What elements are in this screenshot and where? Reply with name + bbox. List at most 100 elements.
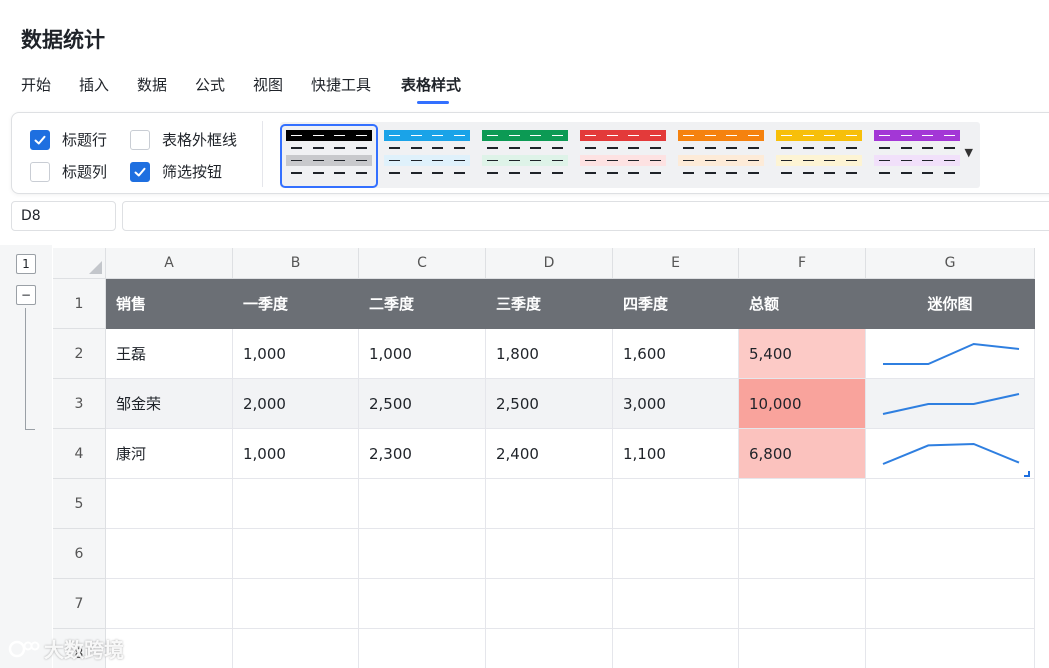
filter-button-checkbox[interactable] bbox=[130, 161, 150, 182]
empty-cell[interactable] bbox=[486, 629, 613, 668]
tab-table-style[interactable]: 表格样式 bbox=[401, 74, 461, 95]
select-all-corner[interactable] bbox=[53, 248, 106, 279]
empty-cell[interactable] bbox=[486, 579, 613, 629]
column-header-g[interactable]: G bbox=[866, 248, 1035, 279]
empty-cell[interactable] bbox=[359, 629, 486, 668]
outer-border-checkbox[interactable] bbox=[130, 129, 150, 150]
header-cell[interactable]: 迷你图 bbox=[866, 279, 1035, 329]
empty-cell[interactable] bbox=[359, 579, 486, 629]
column-header-b[interactable]: B bbox=[233, 248, 359, 279]
empty-cell[interactable] bbox=[739, 629, 866, 668]
name-cell[interactable]: 邹金荣 bbox=[106, 379, 233, 429]
empty-cell[interactable] bbox=[866, 479, 1035, 529]
empty-cell[interactable] bbox=[613, 579, 739, 629]
value-cell[interactable]: 1,000 bbox=[233, 429, 359, 479]
value-cell[interactable]: 2,300 bbox=[359, 429, 486, 479]
outer-border-label: 表格外框线 bbox=[162, 131, 238, 149]
sparkline-cell[interactable] bbox=[866, 429, 1035, 479]
value-cell[interactable]: 1,600 bbox=[613, 329, 739, 379]
value-cell[interactable]: 2,500 bbox=[359, 379, 486, 429]
formula-bar[interactable] bbox=[122, 201, 1049, 231]
empty-cell[interactable] bbox=[866, 629, 1035, 668]
value-cell[interactable]: 1,000 bbox=[359, 329, 486, 379]
name-cell[interactable]: 王磊 bbox=[106, 329, 233, 379]
row-header-4[interactable]: 4 bbox=[53, 429, 106, 479]
empty-cell[interactable] bbox=[486, 479, 613, 529]
column-header-a[interactable]: A bbox=[106, 248, 233, 279]
column-header-c[interactable]: C bbox=[359, 248, 486, 279]
sparkline-cell[interactable] bbox=[866, 329, 1035, 379]
total-cell[interactable]: 6,800 bbox=[739, 429, 866, 479]
tab-view[interactable]: 视图 bbox=[253, 74, 283, 95]
table-style-green[interactable] bbox=[479, 127, 571, 185]
empty-cell[interactable] bbox=[866, 579, 1035, 629]
header-cell[interactable]: 销售 bbox=[106, 279, 233, 329]
row-header-1[interactable]: 1 bbox=[53, 279, 106, 329]
tab-data[interactable]: 数据 bbox=[137, 74, 167, 95]
empty-cell[interactable] bbox=[359, 479, 486, 529]
empty-cell[interactable] bbox=[739, 479, 866, 529]
table-style-purple[interactable] bbox=[871, 127, 963, 185]
empty-cell[interactable] bbox=[613, 529, 739, 579]
value-cell[interactable]: 1,800 bbox=[486, 329, 613, 379]
header-cell[interactable]: 四季度 bbox=[613, 279, 739, 329]
outer-border-option[interactable]: 表格外框线 bbox=[130, 129, 237, 150]
header-cell[interactable]: 一季度 bbox=[233, 279, 359, 329]
row-header-2[interactable]: 2 bbox=[53, 329, 106, 379]
outline-collapse-button[interactable]: − bbox=[16, 285, 36, 305]
table-style-blue[interactable] bbox=[381, 127, 473, 185]
empty-cell[interactable] bbox=[106, 529, 233, 579]
title-row-option[interactable]: 标题行 bbox=[30, 129, 107, 150]
row-header-6[interactable]: 6 bbox=[53, 529, 106, 579]
empty-cell[interactable] bbox=[866, 529, 1035, 579]
empty-cell[interactable] bbox=[359, 529, 486, 579]
empty-cell[interactable] bbox=[233, 479, 359, 529]
header-cell[interactable]: 总额 bbox=[739, 279, 866, 329]
value-cell[interactable]: 1,000 bbox=[233, 329, 359, 379]
empty-cell[interactable] bbox=[106, 479, 233, 529]
tab-insert[interactable]: 插入 bbox=[79, 74, 109, 95]
sparkline-cell[interactable] bbox=[866, 379, 1035, 429]
header-cell[interactable]: 二季度 bbox=[359, 279, 486, 329]
empty-cell[interactable] bbox=[233, 629, 359, 668]
table-range-resize-handle[interactable] bbox=[1024, 471, 1030, 477]
empty-cell[interactable] bbox=[233, 529, 359, 579]
value-cell[interactable]: 2,000 bbox=[233, 379, 359, 429]
name-cell[interactable]: 康河 bbox=[106, 429, 233, 479]
value-cell[interactable]: 1,100 bbox=[613, 429, 739, 479]
title-row-checkbox[interactable] bbox=[30, 129, 50, 150]
table-style-yellow[interactable] bbox=[773, 127, 865, 185]
title-col-option[interactable]: 标题列 bbox=[30, 161, 107, 182]
empty-cell[interactable] bbox=[106, 579, 233, 629]
tab-start[interactable]: 开始 bbox=[21, 74, 51, 95]
filter-button-option[interactable]: 筛选按钮 bbox=[130, 161, 222, 182]
table-style-red[interactable] bbox=[577, 127, 669, 185]
total-cell[interactable]: 10,000 bbox=[739, 379, 866, 429]
value-cell[interactable]: 2,500 bbox=[486, 379, 613, 429]
row-header-7[interactable]: 7 bbox=[53, 579, 106, 629]
empty-cell[interactable] bbox=[106, 629, 233, 668]
empty-cell[interactable] bbox=[613, 629, 739, 668]
empty-cell[interactable] bbox=[613, 479, 739, 529]
empty-cell[interactable] bbox=[233, 579, 359, 629]
table-style-black[interactable] bbox=[280, 124, 378, 188]
total-cell[interactable]: 5,400 bbox=[739, 329, 866, 379]
title-col-checkbox[interactable] bbox=[30, 161, 50, 182]
empty-cell[interactable] bbox=[486, 529, 613, 579]
value-cell[interactable]: 2,400 bbox=[486, 429, 613, 479]
tab-quick-tools[interactable]: 快捷工具 bbox=[311, 74, 371, 95]
value-cell[interactable]: 3,000 bbox=[613, 379, 739, 429]
outline-level-button[interactable]: 1 bbox=[16, 254, 36, 274]
cell-reference-box[interactable]: D8 bbox=[11, 201, 116, 231]
triangle-down-icon[interactable]: ▼ bbox=[965, 146, 973, 159]
row-header-3[interactable]: 3 bbox=[53, 379, 106, 429]
empty-cell[interactable] bbox=[739, 529, 866, 579]
row-header-5[interactable]: 5 bbox=[53, 479, 106, 529]
column-header-f[interactable]: F bbox=[739, 248, 866, 279]
table-style-orange[interactable] bbox=[675, 127, 767, 185]
column-header-d[interactable]: D bbox=[486, 248, 613, 279]
tab-formula[interactable]: 公式 bbox=[195, 74, 225, 95]
column-header-e[interactable]: E bbox=[613, 248, 739, 279]
empty-cell[interactable] bbox=[739, 579, 866, 629]
header-cell[interactable]: 三季度 bbox=[486, 279, 613, 329]
